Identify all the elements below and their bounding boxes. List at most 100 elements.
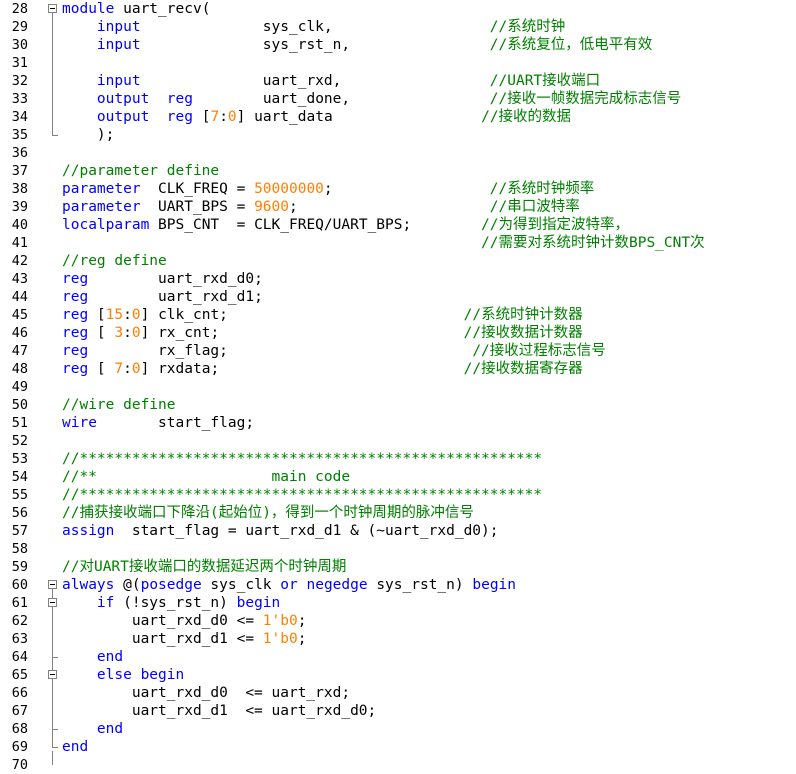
text-token: BPS_CNT = CLK_FREQ/UART_BPS; [149,217,482,233]
code-text[interactable]: //对UART接收端口的数据延迟两个时钟周期 [62,558,346,576]
line-number: 68 [11,721,28,737]
code-text[interactable]: end [62,648,123,666]
line-number: 54 [11,469,28,485]
keyword-token: posedge [140,577,202,593]
comment-token: //对UART接收端口的数据延迟两个时钟周期 [62,559,347,575]
code-text[interactable]: //parameter define [62,162,219,180]
keyword-token: input [96,19,141,35]
code-text[interactable]: //** main code [62,468,350,486]
number-token: 0 [227,109,237,125]
line-number: 69 [11,739,28,755]
code-text[interactable]: end [62,738,88,756]
fold-guide-line [52,13,53,135]
text-token: ] rxdata; [140,361,464,377]
code-text[interactable]: reg rx_flag; //接收过程标志信号 [62,342,606,360]
number-token: 7 [210,109,220,125]
code-text[interactable]: input uart_rxd, //UART接收端口 [62,72,600,90]
text-token: start_flag; [96,415,255,431]
code-text[interactable]: reg uart_rxd_d1; [62,288,263,306]
text-token: ] rx_cnt; [140,325,464,341]
line-number: 53 [11,451,28,467]
code-text[interactable]: output reg [7:0] uart_data //接收的数据 [62,108,571,126]
code-text[interactable]: localparam BPS_CNT = CLK_FREQ/UART_BPS; … [62,216,629,234]
line-number: 37 [11,163,28,179]
line-number: 46 [11,325,28,341]
code-text[interactable]: output reg uart_done, //接收一帧数据完成标志信号 [62,90,681,108]
code-text[interactable]: //需要对系统时钟计数BPS_CNT次 [62,234,705,252]
code-text[interactable]: uart_rxd_d0 <= 1'b0; [62,612,307,630]
code-text[interactable]: uart_rxd_d1 <= uart_rxd_d0; [62,702,376,720]
code-editor[interactable]: 28 module uart_recv(29 input sys_clk, //系… [0,0,796,773]
line-number: 51 [11,415,28,431]
text-token: [ [192,109,211,125]
line-number: 55 [11,487,28,503]
comment-token: //系统复位，低电平有效 [489,37,653,53]
line-number: 57 [11,523,28,539]
line-number: 35 [11,127,28,143]
code-text[interactable]: //reg define [62,252,167,270]
code-text[interactable]: assign start_flag = uart_rxd_d1 & (~uart… [62,522,499,540]
line-number: 31 [11,55,28,71]
line-number: 52 [11,433,28,449]
comment-token: //reg define [62,253,167,269]
code-text[interactable]: else begin [62,666,184,684]
code-text[interactable]: reg [ 7:0] rxdata; //接收数据寄存器 [62,360,583,378]
fold-collapse-icon[interactable] [48,580,57,589]
code-text[interactable]: ); [62,126,114,144]
code-text[interactable]: wire start_flag; [62,414,254,432]
code-text[interactable]: reg [15:0] clk_cnt; //系统时钟计数器 [62,306,583,324]
code-text[interactable]: parameter CLK_FREQ = 50000000; //系统时钟频率 [62,180,594,198]
text-token: start_flag = uart_rxd_d1 & (~uart_rxd_d0… [114,523,499,539]
fold-collapse-icon[interactable] [48,598,57,607]
keyword-token: module [62,1,115,17]
code-text[interactable]: input sys_clk, //系统时钟 [62,18,565,36]
line-number: 49 [11,379,28,395]
line-number: 70 [11,757,28,773]
code-text[interactable]: reg uart_rxd_d0; [62,270,263,288]
keyword-token: always [62,577,115,593]
line-number: 47 [11,343,28,359]
keyword-token: reg [62,271,89,287]
code-text[interactable]: always @(posedge sys_clk or negedge sys_… [62,576,516,594]
code-text[interactable]: reg [ 3:0] rx_cnt; //接收数据计数器 [62,324,583,342]
code-text[interactable]: module uart_recv( [62,0,210,18]
keyword-token: if [96,595,115,611]
comment-token: //系统时钟计数器 [463,307,583,323]
code-text[interactable]: //wire define [62,396,176,414]
keyword-token: begin [140,667,185,683]
keyword-token: reg [62,361,89,377]
comment-token: //UART接收端口 [489,73,601,89]
keyword-token: reg [62,307,89,323]
line-number: 34 [11,109,28,125]
code-text[interactable]: uart_rxd_d0 <= uart_rxd; [62,684,350,702]
text-token: ); [62,127,115,143]
text-token: : [123,325,132,341]
number-token: 1'b0 [262,631,298,647]
line-number: 50 [11,397,28,413]
line-number: 59 [11,559,28,575]
code-text[interactable]: input sys_rst_n, //系统复位，低电平有效 [62,36,652,54]
text-token: uart_rxd_d1 <= [62,631,263,647]
fold-collapse-icon[interactable] [48,4,57,13]
text-token: [ [88,307,106,323]
keyword-token: reg [62,325,89,341]
fold-end-marker [52,729,58,730]
code-text[interactable]: //捕获接收端口下降沿(起始位)，得到一个时钟周期的脉冲信号 [62,504,474,522]
number-token: 0 [131,307,141,323]
code-text[interactable]: end [62,720,123,738]
code-text[interactable]: //**************************************… [62,450,542,468]
line-number: 29 [11,19,28,35]
comment-token: //串口波特率 [489,199,580,215]
code-text[interactable]: if (!sys_rst_n) begin [62,594,280,612]
comment-token: //wire define [62,397,176,413]
code-text[interactable]: //**************************************… [62,486,542,504]
comment-token: //** main code [62,469,351,485]
code-text[interactable]: uart_rxd_d1 <= 1'b0; [62,630,307,648]
fold-collapse-icon[interactable] [48,670,57,679]
line-number: 33 [11,91,28,107]
number-token: 9600 [254,199,289,215]
text-token: uart_rxd_d0 <= uart_rxd; [62,685,351,701]
code-text[interactable]: parameter UART_BPS = 9600; //串口波特率 [62,198,580,216]
